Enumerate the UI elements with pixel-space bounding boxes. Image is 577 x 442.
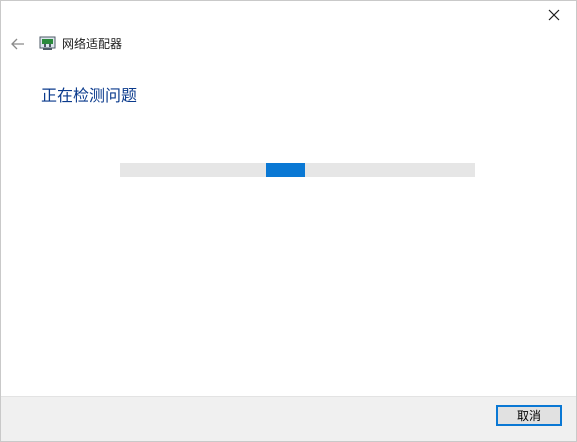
troubleshooter-window: 网络适配器 正在检测问题 取消 [0, 0, 577, 442]
close-icon [548, 9, 560, 21]
footer-bar: 取消 [1, 396, 576, 441]
network-adapter-icon [39, 36, 56, 50]
cancel-button[interactable]: 取消 [496, 405, 562, 426]
back-arrow-icon [11, 38, 24, 50]
status-heading: 正在检测问题 [41, 86, 138, 105]
progress-marquee-segment [265, 163, 305, 177]
close-button[interactable] [532, 1, 576, 29]
back-button[interactable] [7, 34, 29, 54]
progress-bar [120, 163, 475, 177]
window-title: 网络适配器 [62, 37, 123, 51]
